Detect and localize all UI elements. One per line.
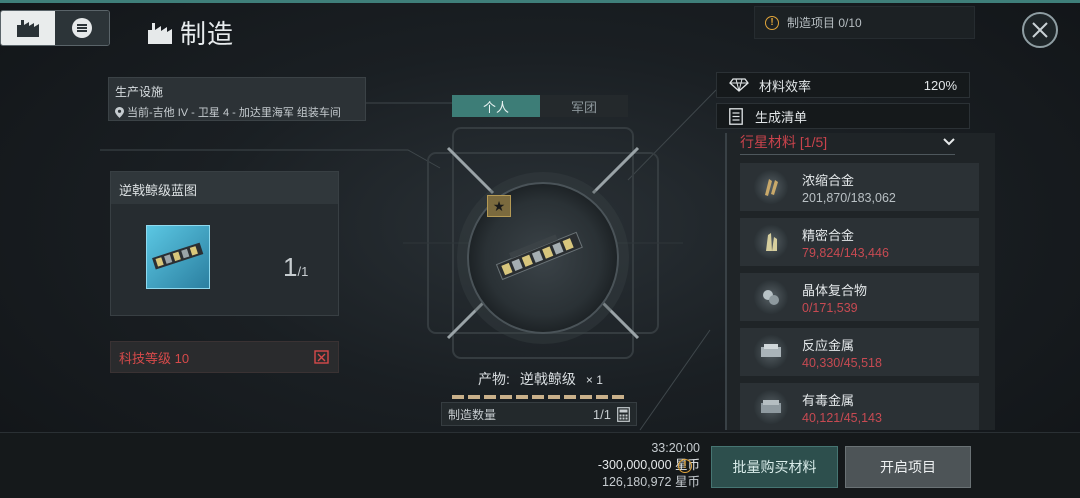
unmet-requirement-icon [314,350,329,364]
generation-list-row[interactable]: 生成清单 [716,103,970,129]
blueprint-thumbnail [146,225,210,289]
material-amount: 79,824/143,446 [802,245,889,260]
cost-summary: 33:20:00 -300,000,000 星币 126,180,972 星币 [540,440,700,491]
chevron-down-icon [943,137,955,145]
material-row[interactable]: 有毒金属 40,121/45,143 [740,383,979,430]
star-icon: ★ [487,195,511,217]
material-efficiency-value: 120% [923,77,957,93]
product-name: 逆戟鲸级 [519,371,576,387]
toxic-metal-icon [754,390,788,424]
tech-level-requirement[interactable]: 科技等级 10 [110,341,339,373]
tech-level-text: 科技等级 10 [119,350,190,366]
document-list-icon [729,107,743,125]
blueprint-qty-total: /1 [297,264,309,279]
materials-category-dropdown[interactable]: 行星材料 [1/5] [740,133,955,155]
panel-edge [725,133,727,430]
ship-icon [152,242,204,270]
warning-icon[interactable]: ! [678,459,692,473]
material-name: 浓缩合金 [802,172,855,188]
material-amount: 0/171,539 [802,300,858,315]
material-name: 反应金属 [802,337,855,353]
material-row[interactable]: 精密合金 79,824/143,446 [740,218,979,266]
composite-icon [754,280,788,314]
material-amount: 201,870/183,062 [802,190,896,205]
manufacture-quantity-value: 1/1 [592,406,611,422]
start-project-button[interactable]: 开启项目 [845,446,971,488]
blueprint-qty-value: 1 [283,252,298,282]
wallet-balance: 126,180,972 星币 [602,475,700,489]
product-progress-strip [452,395,626,399]
alloy-icon [754,170,788,204]
blueprint-quantity: 1/1 [283,252,308,283]
materials-panel: 行星材料 [1/5] 浓缩合金 201,870/183,062 精密合金 79,… [725,133,995,430]
product-quantity: × 1 [585,373,603,387]
ship-model-icon[interactable] [492,220,586,290]
calculator-icon[interactable] [617,406,630,422]
material-amount: 40,330/45,518 [802,355,882,370]
product-line: 产物: 逆戟鲸级 × 1 [478,369,603,389]
generation-list-label: 生成清单 [755,109,808,125]
material-amount: 40,121/45,143 [802,410,882,425]
owner-tabs: 个人 军团 [452,95,628,117]
material-name: 晶体复合物 [802,282,868,298]
reactive-metal-icon [754,335,788,369]
tab-personal[interactable]: 个人 [452,95,540,117]
blueprint-title: 逆戟鲸级蓝图 [111,172,338,204]
crystal-icon [754,225,788,259]
material-name: 精密合金 [802,227,855,243]
material-row[interactable]: 浓缩合金 201,870/183,062 [740,163,979,211]
material-row[interactable]: 晶体复合物 0/171,539 [740,273,979,321]
materials-category-label: 行星材料 [1/5] [740,133,828,150]
product-label: 产物: [478,371,510,387]
material-efficiency-label: 材料效率 [759,78,812,94]
diamond-icon [729,78,749,92]
production-time: 33:20:00 [651,441,700,455]
material-efficiency-row[interactable]: 材料效率 120% [716,72,970,98]
bulk-buy-materials-button[interactable]: 批量购买材料 [711,446,838,488]
tab-legion[interactable]: 军团 [540,95,628,117]
blueprint-card[interactable]: 逆戟鲸级蓝图 1/1 [110,171,339,316]
material-name: 有毒金属 [802,392,855,408]
manufacture-quantity-label: 制造数量 [448,407,497,422]
material-row[interactable]: 反应金属 40,330/45,518 [740,328,979,376]
manufacture-quantity[interactable]: 制造数量 1/1 [441,402,637,426]
